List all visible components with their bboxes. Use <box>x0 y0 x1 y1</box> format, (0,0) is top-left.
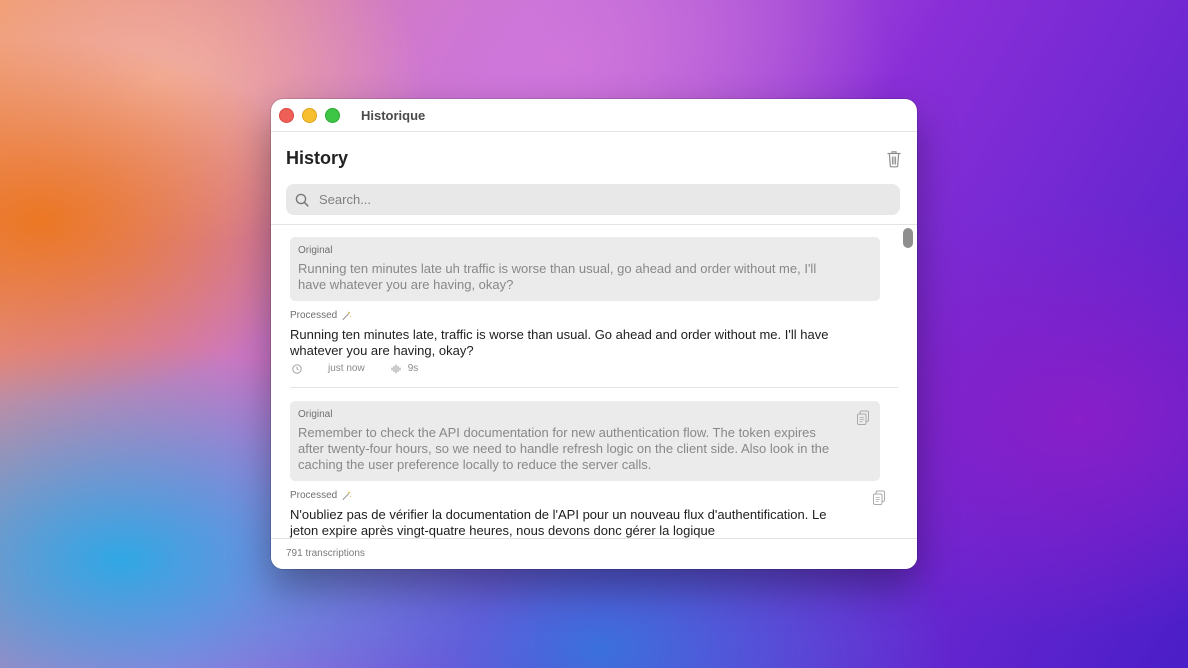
original-text: Remember to check the API documentation … <box>298 425 830 472</box>
copy-icon[interactable] <box>872 490 886 506</box>
scrollbar-thumb[interactable] <box>903 228 913 248</box>
sparkle-icon <box>342 311 352 321</box>
status-bar: 791 transcriptions <box>271 538 917 569</box>
trash-icon[interactable] <box>887 150 901 168</box>
clock-icon <box>292 363 302 374</box>
history-window: Historique History Original Running ten … <box>271 99 917 569</box>
history-entry: Original Running ten minutes late uh tra… <box>290 237 880 374</box>
history-list[interactable]: Original Running ten minutes late uh tra… <box>271 225 917 538</box>
entry-meta: just now 9s <box>292 363 880 374</box>
processed-text: Running ten minutes late, traffic is wor… <box>290 327 829 358</box>
close-icon[interactable] <box>279 107 294 123</box>
header: History <box>271 132 917 186</box>
processed-label-row: Processed <box>290 310 880 321</box>
original-label: Original <box>298 245 333 256</box>
window-title: Historique <box>361 107 426 123</box>
zoom-icon[interactable] <box>325 107 340 123</box>
page-title: History <box>286 148 349 168</box>
window-controls <box>279 107 340 123</box>
original-block: Original Running ten minutes late uh tra… <box>290 237 880 301</box>
entry-separator <box>290 387 898 388</box>
processed-label: Processed <box>290 490 338 501</box>
title-bar[interactable]: Historique <box>271 99 917 132</box>
search-icon <box>295 193 309 207</box>
history-entry: Original Remember to check the API docum… <box>290 401 885 538</box>
original-text: Running ten minutes late uh traffic is w… <box>298 261 817 292</box>
processed-label: Processed <box>290 310 338 321</box>
search-input[interactable] <box>317 191 881 208</box>
minimize-icon[interactable] <box>302 107 317 123</box>
sparkle-icon <box>342 491 352 501</box>
transcription-count: 791 transcriptions <box>286 548 365 559</box>
original-label: Original <box>298 409 333 420</box>
processed-label-row: Processed <box>290 490 880 501</box>
entry-duration: 9s <box>407 363 419 374</box>
processed-text: N'oubliez pas de vérifier la documentati… <box>290 507 827 538</box>
waveform-icon <box>391 364 401 373</box>
entry-time: just now <box>328 363 365 374</box>
copy-icon[interactable] <box>856 410 870 426</box>
original-block: Original Remember to check the API docum… <box>290 401 880 481</box>
search-field[interactable] <box>286 184 900 215</box>
